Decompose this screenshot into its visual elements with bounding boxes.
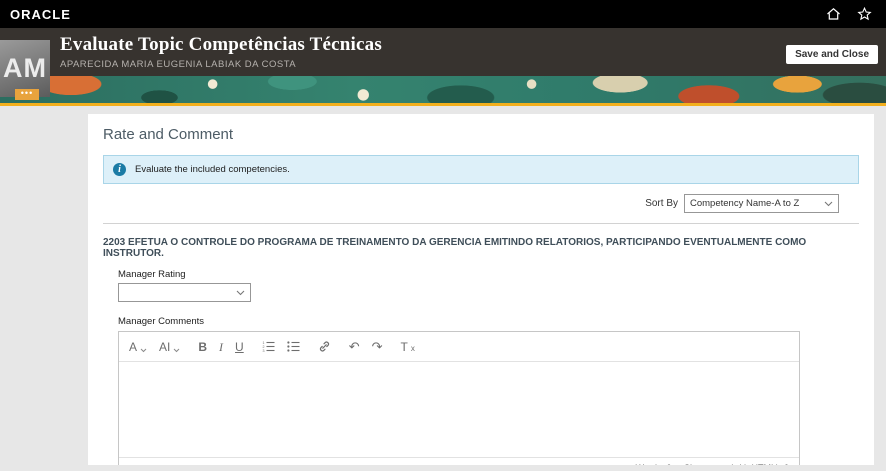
bold-button[interactable]: B xyxy=(194,339,211,355)
italic-button[interactable]: I xyxy=(215,339,227,355)
chevron-down-icon xyxy=(824,201,833,206)
undo-button[interactable]: ↶ xyxy=(345,338,364,355)
divider xyxy=(103,223,859,224)
rate-and-comment-card: Rate and Comment i Evaluate the included… xyxy=(88,114,874,465)
avatar-initials: AM xyxy=(3,53,47,83)
redo-button[interactable]: ↷ xyxy=(368,338,387,355)
font-size-icon: AI xyxy=(159,339,171,354)
page-header-text: Evaluate Topic Competências Técnicas APA… xyxy=(0,28,886,70)
home-button[interactable] xyxy=(826,7,841,21)
info-icon: i xyxy=(113,163,126,176)
numbered-list-icon: 123 xyxy=(262,341,275,352)
home-icon xyxy=(827,8,840,20)
underline-button[interactable]: U xyxy=(231,339,248,355)
remove-format-icon: T xyxy=(400,339,408,354)
bullet-list-button[interactable] xyxy=(283,339,304,354)
page-header: Evaluate Topic Competências Técnicas APA… xyxy=(0,28,886,106)
competency-title: 2203 EFETUA O CONTROLE DO PROGRAMA DE TR… xyxy=(103,237,807,259)
page-header-band: Evaluate Topic Competências Técnicas APA… xyxy=(0,28,886,76)
oracle-logo: ORACLE xyxy=(10,6,71,22)
ellipsis-menu[interactable]: ••• xyxy=(15,89,39,100)
character-count: Characters (with HTML): 0 xyxy=(683,463,789,466)
sort-row: Sort By Competency Name-A to Z xyxy=(103,194,859,213)
sort-by-value: Competency Name-A to Z xyxy=(690,198,800,209)
favorites-button[interactable] xyxy=(857,7,872,21)
font-button[interactable]: A xyxy=(125,339,151,355)
accent-line xyxy=(0,103,886,106)
word-count: Words: 0 xyxy=(636,463,672,466)
manager-comments-label: Manager Comments xyxy=(118,316,205,327)
bullet-list-icon xyxy=(287,341,300,352)
chevron-down-icon xyxy=(174,348,180,352)
svg-text:3: 3 xyxy=(262,349,264,352)
numbered-list-button[interactable]: 123 xyxy=(258,339,279,354)
link-button[interactable] xyxy=(314,338,335,355)
comments-textarea[interactable] xyxy=(119,362,799,457)
section-title: Rate and Comment xyxy=(103,126,234,143)
link-icon xyxy=(319,341,329,352)
sort-by-select[interactable]: Competency Name-A to Z xyxy=(684,194,839,213)
page-title: Evaluate Topic Competências Técnicas xyxy=(60,34,382,55)
manager-rating-select[interactable] xyxy=(118,283,251,302)
person-name: APARECIDA MARIA EUGENIA LABIAK DA COSTA xyxy=(60,59,297,70)
save-and-close-button[interactable]: Save and Close xyxy=(786,45,878,64)
decorative-banner xyxy=(0,76,886,103)
star-icon xyxy=(857,7,872,21)
font-icon: A xyxy=(129,339,138,354)
font-size-button[interactable]: AI xyxy=(155,339,184,355)
editor-footer: Words: 0 Characters (with HTML): 0 xyxy=(119,457,799,465)
info-banner: i Evaluate the included competencies. xyxy=(103,155,859,184)
content-area: Rate and Comment i Evaluate the included… xyxy=(0,106,886,471)
remove-format-sub: x xyxy=(410,343,415,353)
remove-format-button[interactable]: T x xyxy=(397,339,419,355)
info-message: Evaluate the included competencies. xyxy=(135,164,290,175)
manager-rating-label: Manager Rating xyxy=(118,269,186,280)
editor-toolbar: A AI B I U 1 2 3 ↶ ↷ T x xyxy=(119,332,799,362)
sort-by-label: Sort By xyxy=(645,198,678,209)
chevron-down-icon xyxy=(140,348,147,352)
topbar-icons xyxy=(826,7,872,21)
topbar: ORACLE xyxy=(0,0,886,28)
competency-fields: Manager Rating Manager Comments A AI B I… xyxy=(118,269,859,465)
chevron-down-icon xyxy=(236,290,245,295)
rich-text-editor: A AI B I U 1 2 3 ↶ ↷ T x xyxy=(118,331,800,465)
